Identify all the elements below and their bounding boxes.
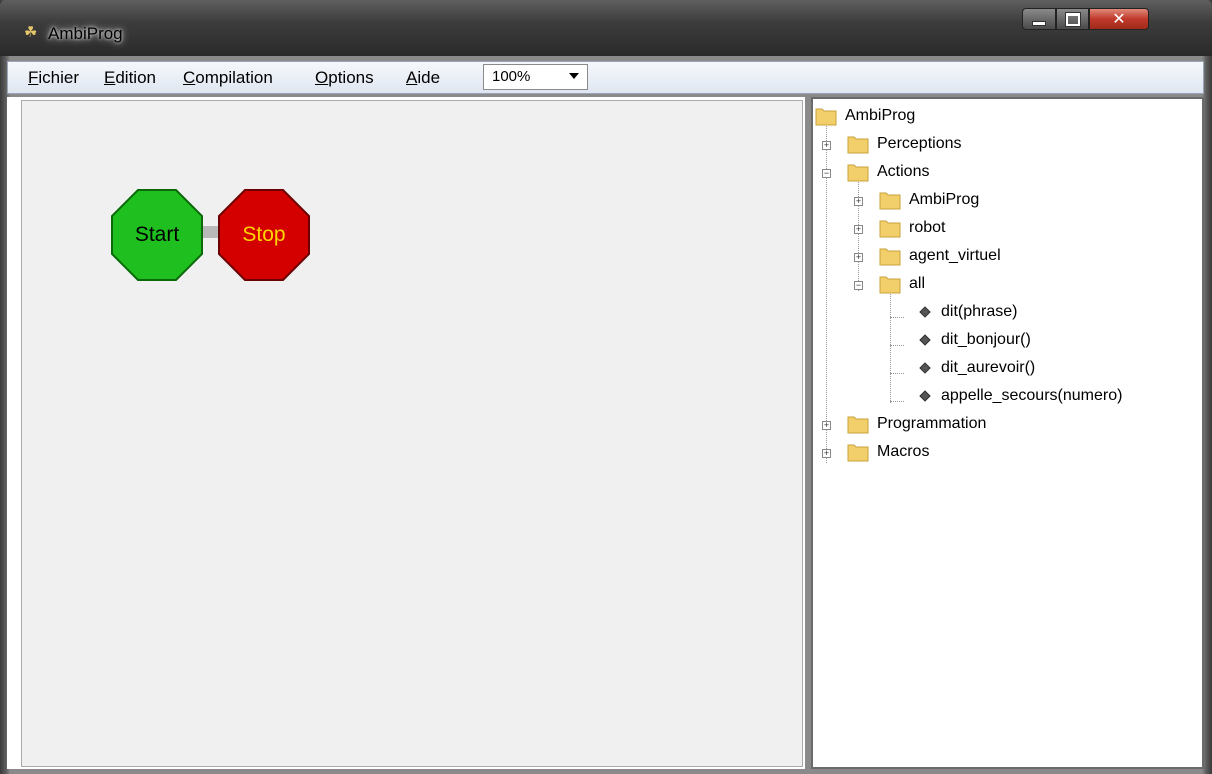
zoom-select[interactable]: 100%	[483, 64, 588, 90]
menu-label: ide	[417, 68, 441, 87]
window-title: AmbiProg	[48, 24, 123, 43]
expand-icon[interactable]: +	[822, 421, 831, 430]
close-button[interactable]: ✕	[1089, 8, 1149, 30]
tree-item-perceptions[interactable]: Perceptions	[847, 130, 962, 158]
maximize-button[interactable]	[1056, 8, 1089, 30]
tree-item-macros[interactable]: Macros	[847, 438, 929, 466]
folder-icon	[847, 416, 869, 434]
start-node[interactable]: Start	[111, 189, 203, 281]
tree-leaf-dit-phrase[interactable]: dit(phrase)	[919, 298, 1018, 326]
folder-icon	[879, 192, 901, 210]
tree-label: Macros	[877, 443, 930, 460]
menu-accelerator: F	[28, 68, 39, 87]
tree-line	[890, 291, 891, 403]
dropdown-arrow-icon	[569, 73, 579, 79]
zoom-value: 100%	[492, 68, 531, 85]
stop-node[interactable]: Stop	[218, 189, 310, 281]
maximize-icon	[1064, 11, 1081, 27]
tree-label: appelle_secours(numero)	[941, 387, 1123, 404]
menu-options[interactable]: Options	[315, 68, 374, 88]
tree-label: robot	[909, 219, 946, 236]
tree-item-root[interactable]: AmbiProg	[815, 102, 915, 130]
start-label: Start	[134, 223, 180, 246]
tree-item-actions[interactable]: Actions	[847, 158, 929, 186]
tree-line	[890, 345, 904, 346]
menu-edition[interactable]: Edition	[104, 68, 156, 88]
tree-label: dit(phrase)	[941, 303, 1018, 320]
menu-accelerator: O	[315, 68, 329, 87]
tree-label: AmbiProg	[909, 191, 980, 208]
menu-accelerator: A	[406, 68, 418, 87]
folder-icon	[879, 248, 901, 266]
action-bullet-icon	[919, 306, 931, 318]
tree-line	[890, 401, 904, 402]
folder-icon	[847, 444, 869, 462]
tree-item-robot[interactable]: robot	[879, 214, 945, 242]
tree-leaf-dit-aurevoir[interactable]: dit_aurevoir()	[919, 354, 1036, 382]
expand-icon[interactable]: +	[854, 253, 863, 262]
menu-label: ompilation	[195, 68, 273, 87]
menu-accelerator: E	[104, 68, 116, 87]
tree-item-programmation[interactable]: Programmation	[847, 410, 986, 438]
tree-label: Perceptions	[877, 135, 962, 152]
minimize-icon	[1032, 20, 1046, 26]
menu-accelerator: C	[183, 68, 196, 87]
folder-icon	[847, 164, 869, 182]
tree-item-all[interactable]: all	[879, 270, 925, 298]
tree-label: AmbiProg	[845, 107, 916, 124]
folder-icon	[879, 276, 901, 294]
action-bullet-icon	[919, 334, 931, 346]
action-bullet-icon	[919, 362, 931, 374]
menu-label: ichier	[38, 68, 80, 87]
folder-icon	[847, 136, 869, 154]
menu-label: dition	[115, 68, 156, 87]
tree-label: all	[909, 275, 926, 292]
tree-item-ambiprog[interactable]: AmbiProg	[879, 186, 979, 214]
action-tree-panel[interactable]: AmbiProg + Perceptions − Actions + AmbiP…	[811, 97, 1204, 769]
expand-icon[interactable]: +	[854, 197, 863, 206]
tree-leaf-appelle-secours[interactable]: appelle_secours(numero)	[919, 382, 1123, 410]
stop-label: Stop	[242, 223, 286, 246]
tree-line	[890, 373, 904, 374]
menu-label: ptions	[328, 68, 374, 87]
action-bullet-icon	[919, 390, 931, 402]
expand-icon[interactable]: +	[854, 225, 863, 234]
folder-icon	[879, 220, 901, 238]
menu-compilation[interactable]: Compilation	[183, 68, 273, 88]
menu-fichier[interactable]: Fichier	[28, 68, 79, 88]
collapse-icon[interactable]: −	[822, 169, 831, 178]
tree-leaf-dit-bonjour[interactable]: dit_bonjour()	[919, 326, 1031, 354]
tree-label: Actions	[877, 163, 930, 180]
tree-label: agent_virtuel	[909, 247, 1001, 264]
tree-label: Programmation	[877, 415, 987, 432]
collapse-icon[interactable]: −	[854, 281, 863, 290]
expand-icon[interactable]: +	[822, 141, 831, 150]
menu-aide[interactable]: Aide	[406, 68, 440, 88]
folder-icon	[815, 108, 837, 126]
tree-label: dit_bonjour()	[941, 331, 1031, 348]
app-window: ☘ AmbiProg ✕ Fichier Edition Compilation…	[0, 0, 1212, 774]
tree-label: dit_aurevoir()	[941, 359, 1036, 376]
title-bar[interactable]: ☘ AmbiProg ✕	[0, 0, 1212, 56]
close-icon: ✕	[1112, 11, 1126, 28]
minimize-button[interactable]	[1022, 8, 1056, 30]
expand-icon[interactable]: +	[822, 449, 831, 458]
tree-item-agent-virtuel[interactable]: agent_virtuel	[879, 242, 1001, 270]
app-icon: ☘	[24, 24, 38, 41]
tree-line	[890, 317, 904, 318]
menu-bar: Fichier Edition Compilation Options Aide…	[7, 61, 1204, 94]
